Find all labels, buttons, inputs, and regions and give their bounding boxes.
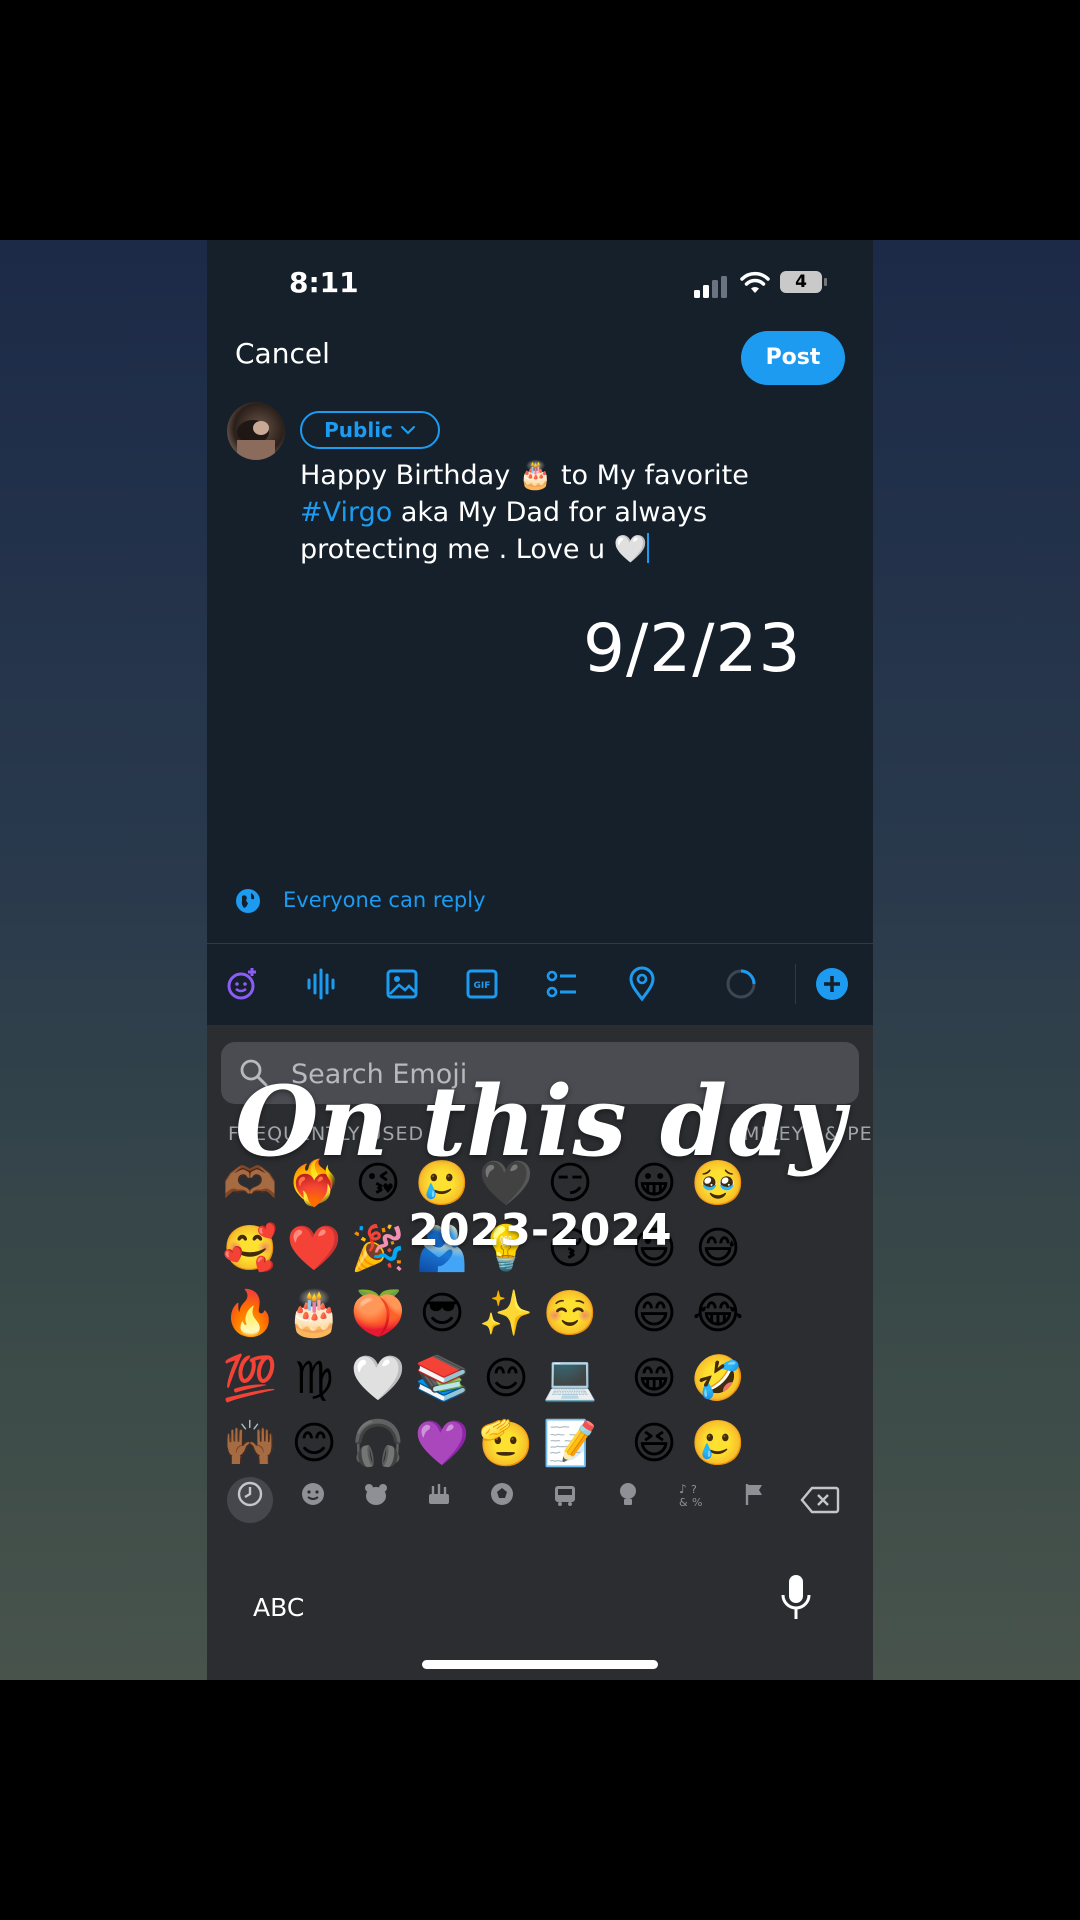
chevron-down-icon xyxy=(400,425,415,435)
emoji-key[interactable]: 🥲 xyxy=(687,1413,749,1475)
travel-icon[interactable] xyxy=(542,1477,588,1523)
cellular-signal-icon xyxy=(694,276,727,298)
symbols-icon[interactable]: ♪? &% xyxy=(668,1477,714,1523)
poll-icon[interactable] xyxy=(544,966,580,1002)
phone-screen: 8:11 4 Cancel Post Public Happy Birthday… xyxy=(207,240,873,1680)
compose-text-part: to My favorite xyxy=(552,460,749,491)
reply-setting-label: Everyone can reply xyxy=(283,888,486,912)
heart-emoji: 🤍 xyxy=(613,534,648,565)
text-cursor xyxy=(647,533,650,563)
compose-toolbar: GIF xyxy=(207,943,873,1026)
emoji-key[interactable]: 🤣 xyxy=(687,1348,749,1410)
food-icon[interactable] xyxy=(416,1477,462,1523)
audience-label: Public xyxy=(324,418,393,442)
emoji-key[interactable]: 🙌🏾 xyxy=(219,1413,281,1475)
backspace-icon[interactable] xyxy=(800,1485,840,1515)
status-bar: 8:11 4 xyxy=(207,240,873,330)
grok-icon[interactable] xyxy=(224,966,260,1002)
emoji-key[interactable]: 😊 xyxy=(283,1413,345,1475)
recent-icon[interactable] xyxy=(227,1477,273,1523)
add-post-icon[interactable] xyxy=(814,966,850,1002)
svg-text:&: & xyxy=(679,1496,688,1508)
emoji-key[interactable]: 😂 xyxy=(687,1283,749,1345)
hashtag-link[interactable]: #Virgo xyxy=(300,497,392,528)
objects-icon[interactable] xyxy=(605,1477,651,1523)
smiley-icon[interactable] xyxy=(290,1477,336,1523)
battery-icon: 4 xyxy=(780,271,828,295)
battery-level: 4 xyxy=(780,271,822,293)
svg-text:?: ? xyxy=(691,1483,697,1496)
svg-text:%: % xyxy=(692,1496,702,1508)
emoji-key[interactable]: 😄 xyxy=(623,1283,685,1345)
gif-text: GIF xyxy=(474,981,491,991)
activity-icon[interactable] xyxy=(479,1477,525,1523)
emoji-key[interactable]: ✨ xyxy=(475,1283,537,1345)
emoji-key[interactable]: 😎 xyxy=(411,1283,473,1345)
gif-icon[interactable]: GIF xyxy=(464,966,500,1002)
voice-icon[interactable] xyxy=(304,966,340,1002)
battery-tip xyxy=(824,278,827,286)
compose-text-part: Happy Birthday xyxy=(300,460,519,491)
status-time: 8:11 xyxy=(289,266,359,299)
location-icon[interactable] xyxy=(624,966,660,1002)
cancel-button[interactable]: Cancel xyxy=(235,337,330,370)
svg-text:♪: ♪ xyxy=(679,1482,687,1496)
globe-icon xyxy=(236,889,260,913)
cake-emoji: 🎂 xyxy=(518,460,553,491)
emoji-key[interactable]: 🍑 xyxy=(347,1283,409,1345)
emoji-key[interactable]: 😊 xyxy=(475,1348,537,1410)
compose-text-area[interactable]: Happy Birthday 🎂 to My favorite #Virgo a… xyxy=(300,457,820,568)
image-icon[interactable] xyxy=(384,966,420,1002)
emoji-key[interactable]: 🎧 xyxy=(347,1413,409,1475)
emoji-key[interactable]: 💻 xyxy=(539,1348,601,1410)
flag-icon[interactable] xyxy=(731,1477,777,1523)
emoji-key[interactable]: 🤍 xyxy=(347,1348,409,1410)
on-this-day-title: On this day xyxy=(234,1065,846,1178)
emoji-key[interactable]: 📝 xyxy=(539,1413,601,1475)
wifi-icon xyxy=(740,271,770,293)
post-button[interactable]: Post xyxy=(741,331,845,385)
emoji-key[interactable]: 🔥 xyxy=(219,1283,281,1345)
on-this-day-years: 2023-2024 xyxy=(408,1205,672,1256)
emoji-key[interactable]: 🫡 xyxy=(475,1413,537,1475)
toolbar-divider xyxy=(795,964,796,1004)
audience-selector[interactable]: Public xyxy=(300,411,440,449)
emoji-key[interactable]: 😆 xyxy=(623,1413,685,1475)
emoji-key[interactable]: 🎂 xyxy=(283,1283,345,1345)
home-indicator xyxy=(422,1660,658,1669)
on-this-day-overlay: On this day 2023-2024 xyxy=(0,1065,1080,1265)
emoji-key[interactable]: 😁 xyxy=(623,1348,685,1410)
avatar[interactable] xyxy=(227,402,285,460)
emoji-key[interactable]: 💯 xyxy=(219,1348,281,1410)
category-bar: ♪? &% xyxy=(207,1473,873,1531)
avatar-photo xyxy=(237,420,275,460)
abc-keyboard-button[interactable]: ABC xyxy=(253,1593,304,1622)
character-count-ring xyxy=(723,966,759,1002)
emoji-key[interactable]: ♍ xyxy=(283,1348,345,1410)
emoji-key[interactable]: 💜 xyxy=(411,1413,473,1475)
date-overlay: 9/2/23 xyxy=(583,610,802,687)
microphone-icon[interactable] xyxy=(779,1573,813,1623)
emoji-key[interactable]: ☺️ xyxy=(539,1283,601,1345)
animal-icon[interactable] xyxy=(353,1477,399,1523)
emoji-key[interactable]: 📚 xyxy=(411,1348,473,1410)
